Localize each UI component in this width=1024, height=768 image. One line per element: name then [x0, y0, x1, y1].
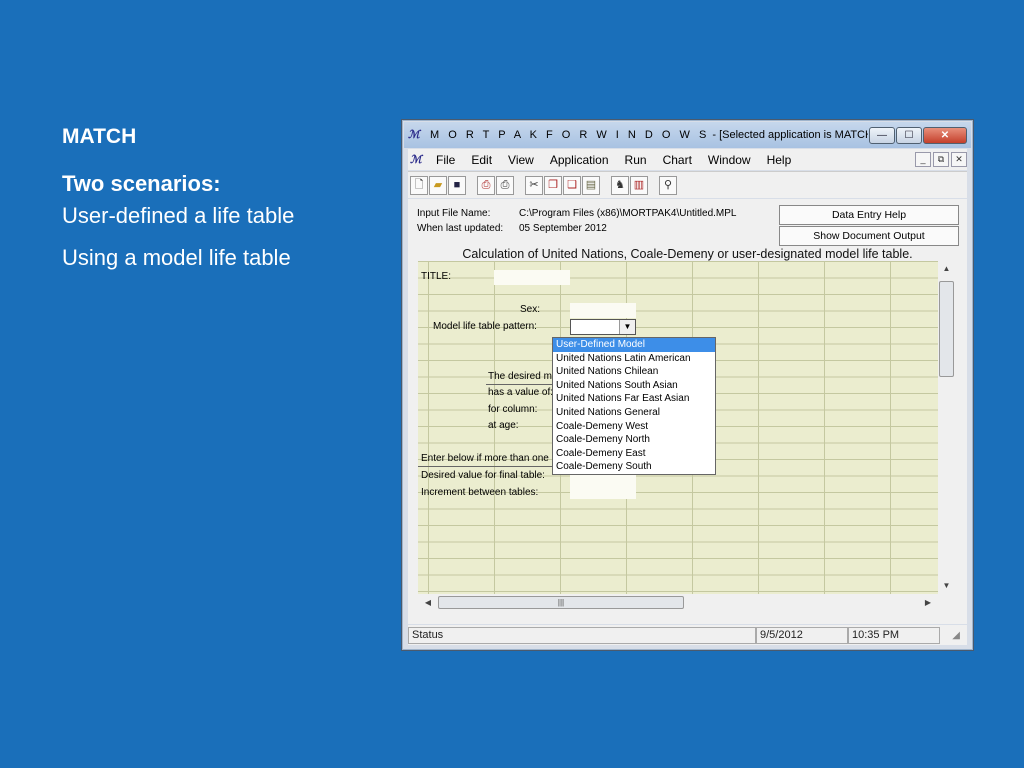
- close-button[interactable]: ✕: [923, 126, 967, 144]
- scroll-down-icon[interactable]: ▼: [938, 578, 955, 594]
- dropdown-option[interactable]: United Nations South Asian: [553, 379, 715, 393]
- mortpak-app-icon[interactable]: ℳ: [408, 128, 424, 142]
- sex-cell[interactable]: [570, 303, 636, 318]
- input-file-value: C:\Program Files (x86)\MORTPAK4\Untitled…: [519, 208, 737, 219]
- dropdown-option[interactable]: Coale-Demeny West: [553, 420, 715, 434]
- column-label: for column:: [488, 404, 538, 415]
- mdi-close-button[interactable]: ✕: [951, 152, 967, 167]
- status-date: 9/5/2012: [756, 626, 848, 644]
- toolbar: 🗋 ▰ ■ ⎙ ⎙ ✂ ❐ ❑ ▤ ♞ ▥ ⚲: [408, 171, 967, 198]
- document-icon[interactable]: ℳ: [410, 153, 428, 166]
- title-bar[interactable]: ℳ M O R T P A K F O R W I N D O W S - [S…: [404, 122, 971, 148]
- menu-file[interactable]: File: [428, 153, 463, 167]
- horizontal-scrollbar[interactable]: ◀ ||| ▶: [418, 594, 938, 611]
- find-icon[interactable]: ⚲: [659, 175, 677, 195]
- show-document-output-button[interactable]: Show Document Output: [779, 226, 959, 246]
- pattern-combobox[interactable]: ▼: [570, 319, 636, 335]
- menu-help[interactable]: Help: [759, 153, 800, 167]
- scroll-up-icon[interactable]: ▲: [938, 261, 955, 277]
- menu-chart[interactable]: Chart: [655, 153, 700, 167]
- increment-cell[interactable]: [570, 483, 636, 499]
- mdi-restore-button[interactable]: ⧉: [933, 152, 949, 167]
- mdi-minimize-button[interactable]: _: [915, 152, 931, 167]
- vertical-scrollbar[interactable]: ▲ ▼: [938, 261, 955, 594]
- calculation-title: Calculation of United Nations, Coale-Dem…: [462, 247, 913, 261]
- slide-line-2: Using a model life table: [62, 245, 291, 270]
- window-title: M O R T P A K F O R W I N D O W S - [Sel…: [430, 129, 868, 141]
- dropdown-option[interactable]: United Nations Far East Asian: [553, 392, 715, 406]
- caption-buttons: — ☐ ✕: [868, 126, 967, 144]
- print-icon[interactable]: ⎙: [496, 175, 514, 195]
- paste-icon[interactable]: ❑: [563, 175, 581, 195]
- dropdown-option[interactable]: United Nations General: [553, 406, 715, 420]
- dropdown-option[interactable]: Coale-Demeny South: [553, 460, 715, 474]
- run-icon[interactable]: ♞: [611, 175, 629, 195]
- enter-label: Enter below if more than one: [421, 453, 549, 464]
- chart-icon[interactable]: ▥: [630, 175, 648, 195]
- input-file-label: Input File Name:: [417, 208, 491, 219]
- status-time: 10:35 PM: [848, 626, 940, 644]
- menu-bar: ℳ File Edit View Application Run Chart W…: [408, 149, 967, 170]
- updated-label: When last updated:: [417, 223, 504, 234]
- status-text: Status: [408, 626, 756, 644]
- dropdown-option[interactable]: User-Defined Model: [553, 338, 715, 352]
- slide-text: MATCH Two scenarios: User-defined a life…: [62, 125, 294, 271]
- menu-window[interactable]: Window: [700, 153, 759, 167]
- title-cell[interactable]: [494, 270, 570, 285]
- window-title-prefix: M O R T P A K F O R W I N D O W S: [430, 129, 710, 141]
- minimize-button[interactable]: —: [869, 126, 895, 144]
- dropdown-option[interactable]: Coale-Demeny East: [553, 447, 715, 461]
- vertical-scroll-thumb[interactable]: [939, 281, 954, 377]
- final-value-label: Desired value for final table:: [421, 470, 545, 481]
- scroll-left-icon[interactable]: ◀: [420, 594, 436, 611]
- chevron-down-icon[interactable]: ▼: [619, 320, 635, 334]
- age-label: at age:: [488, 420, 519, 431]
- pattern-label: Model life table pattern:: [433, 321, 537, 332]
- slide-line-1: User-defined a life table: [62, 203, 295, 228]
- dropdown-option[interactable]: United Nations Latin American: [553, 352, 715, 366]
- maximize-button[interactable]: ☐: [896, 126, 922, 144]
- increment-label: Increment between tables:: [421, 487, 539, 498]
- status-bar: Status 9/5/2012 10:35 PM ◢: [408, 625, 967, 645]
- menu-edit[interactable]: Edit: [463, 153, 500, 167]
- clipboard-icon[interactable]: ▤: [582, 175, 600, 195]
- title-label: TITLE:: [421, 271, 452, 282]
- menu-application[interactable]: Application: [542, 153, 617, 167]
- pattern-dropdown-list[interactable]: User-Defined Model United Nations Latin …: [552, 337, 716, 475]
- horizontal-scroll-thumb[interactable]: |||: [438, 596, 684, 609]
- divider: [418, 466, 570, 467]
- data-entry-help-button[interactable]: Data Entry Help: [779, 205, 959, 225]
- resize-grip-icon[interactable]: ◢: [940, 630, 960, 641]
- value-label: has a value of:: [488, 387, 554, 398]
- copy-icon[interactable]: ❐: [544, 175, 562, 195]
- dropdown-option[interactable]: United Nations Chilean: [553, 365, 715, 379]
- open-icon[interactable]: ▰: [429, 175, 447, 195]
- cut-icon[interactable]: ✂: [525, 175, 543, 195]
- menu-view[interactable]: View: [500, 153, 542, 167]
- desired-label: The desired mo: [488, 371, 558, 382]
- save-icon[interactable]: ■: [448, 175, 466, 195]
- window-title-suffix: - [Selected application is MATCH (Untitl…: [712, 129, 868, 141]
- sex-label: Sex:: [520, 304, 541, 315]
- file-info: Input File Name: C:\Program Files (x86)\M…: [417, 206, 736, 236]
- slide-heading: MATCH: [62, 125, 137, 148]
- menu-run[interactable]: Run: [617, 153, 655, 167]
- print-preview-icon[interactable]: ⎙: [477, 175, 495, 195]
- slide-subheading: Two scenarios:: [62, 171, 221, 196]
- mdi-buttons: _ ⧉ ✕: [913, 152, 967, 167]
- new-icon[interactable]: 🗋: [410, 175, 428, 195]
- dropdown-option[interactable]: Coale-Demeny North: [553, 433, 715, 447]
- scroll-right-icon[interactable]: ▶: [920, 594, 936, 611]
- updated-value: 05 September 2012: [519, 223, 607, 234]
